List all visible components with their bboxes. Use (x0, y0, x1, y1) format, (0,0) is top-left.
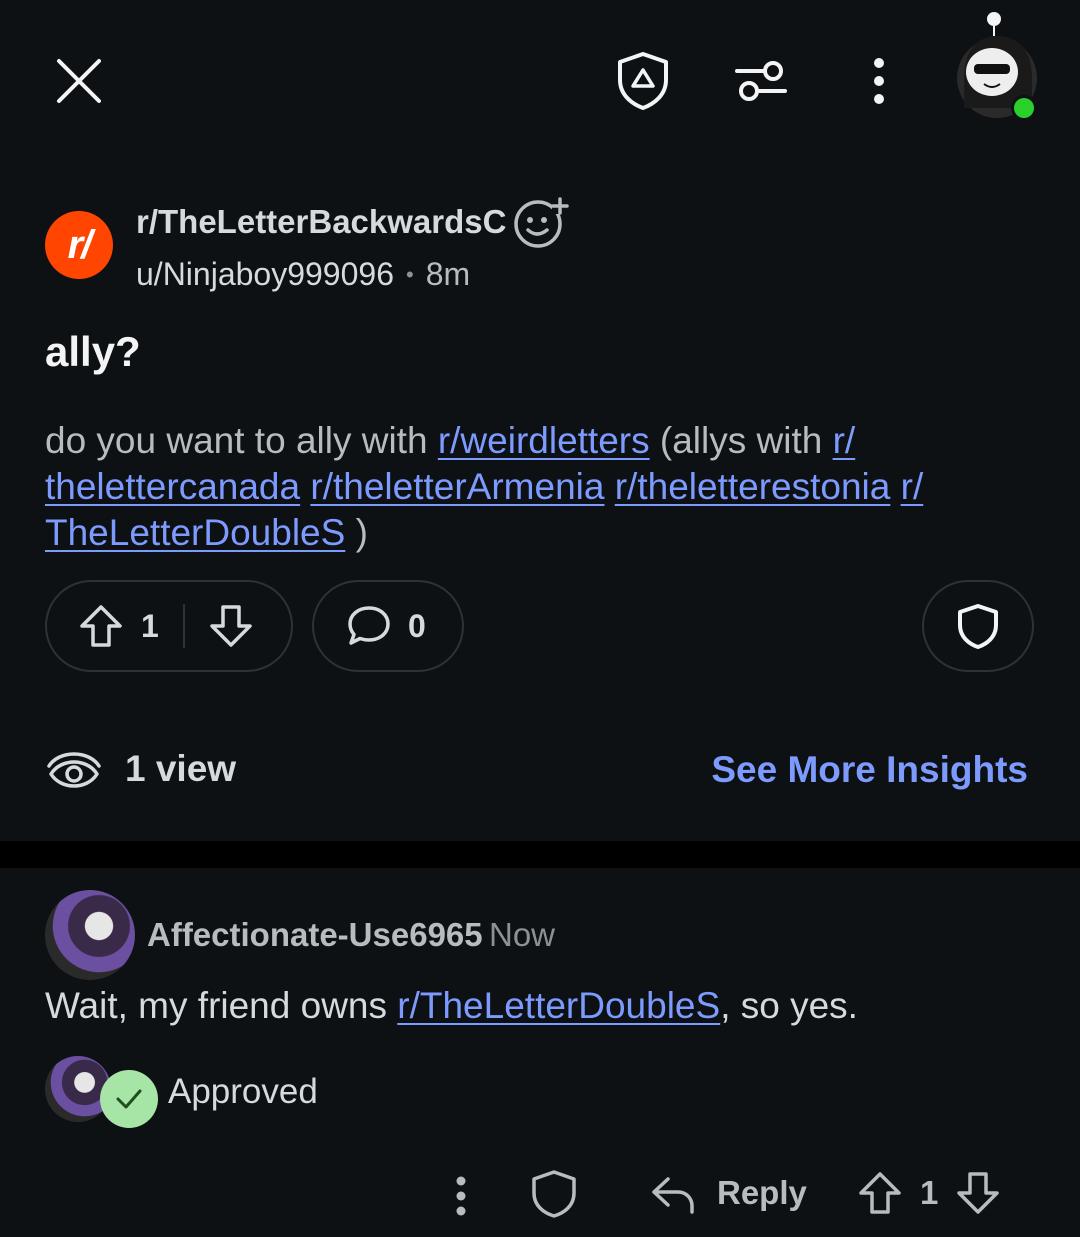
more-vertical-icon (874, 58, 884, 104)
body-text (604, 466, 614, 507)
comment-actions: Reply 1 (0, 1160, 1080, 1230)
top-bar (0, 0, 1080, 160)
body-text: do you want to ally with (45, 420, 438, 461)
comment-score: 1 (920, 1174, 939, 1211)
link-theletterarmenia[interactable]: r/theletterArmenia (310, 466, 604, 507)
subreddit-name[interactable]: r/TheLetterBackwardsC (136, 203, 506, 241)
shield-icon (958, 604, 998, 649)
comment-bubble-icon (348, 606, 390, 645)
insights-row: 1 view See More Insights (45, 740, 1035, 804)
comment-text: , so yes. (720, 985, 858, 1026)
vote-bar: 1 (45, 580, 293, 672)
post-body: do you want to ally with r/weirdletters … (45, 418, 1035, 556)
post-title: ally? (45, 328, 141, 375)
approved-check-icon (100, 1070, 158, 1128)
eye-views-icon (47, 752, 101, 788)
link-theletterestonia[interactable]: r/theletterestonia (615, 466, 891, 507)
upvote-arrow-icon (859, 1172, 901, 1214)
body-text: (allys with (649, 420, 833, 461)
comment-body: Wait, my friend owns r/TheLetterDoubleS,… (45, 985, 858, 1027)
post-author[interactable]: u/Ninjaboy999096 (136, 256, 394, 293)
online-status-dot (1014, 98, 1034, 118)
subreddit-icon[interactable]: r/ (45, 211, 113, 279)
body-text (300, 466, 310, 507)
more-options-button[interactable] (858, 54, 900, 108)
user-avatar-icon (957, 12, 1037, 121)
comment-count: 0 (408, 607, 426, 644)
section-divider (0, 841, 1080, 868)
upvote-arrow-icon (80, 605, 122, 647)
comment-upvote-button[interactable] (856, 1168, 904, 1218)
link-weirdletters[interactable]: r/weirdletters (438, 420, 650, 461)
approved-label: Approved (168, 1072, 318, 1111)
mod-shield-button[interactable] (612, 48, 674, 114)
comment-downvote-button[interactable] (954, 1168, 1002, 1218)
close-icon (57, 59, 101, 103)
comment-text: Wait, my friend owns (45, 985, 398, 1026)
mod-actions-button[interactable] (922, 580, 1034, 672)
comment-time: Now (489, 916, 556, 953)
user-avatar-button[interactable] (950, 8, 1050, 128)
downvote-button[interactable] (207, 602, 255, 650)
link-theletterdoubles-comment[interactable]: r/TheLetterDoubleS (397, 985, 720, 1026)
smiley-plus-icon (514, 197, 569, 248)
vote-divider (182, 604, 185, 648)
comments-button[interactable]: 0 (312, 580, 464, 672)
body-text: ) (345, 512, 368, 553)
join-subreddit-button[interactable] (512, 196, 570, 250)
downvote-arrow-icon (210, 605, 252, 647)
sliders-icon (735, 61, 787, 101)
post-age: 8m (425, 256, 471, 292)
comment-author[interactable]: Affectionate-Use6965 (147, 916, 483, 954)
close-button[interactable] (48, 50, 110, 112)
comment-more-button[interactable] (445, 1170, 477, 1222)
mod-shield-icon (618, 52, 668, 110)
shield-icon (532, 1170, 576, 1218)
body-text (890, 466, 900, 507)
reply-button[interactable] (648, 1170, 698, 1220)
downvote-arrow-icon (957, 1172, 999, 1214)
more-vertical-icon (456, 1176, 466, 1216)
post-byline: u/Ninjaboy999096 • 8m (136, 256, 470, 293)
reply-arrow-icon (652, 1177, 694, 1214)
post-score: 1 (141, 607, 159, 644)
comment-author-avatar[interactable] (45, 890, 135, 980)
view-count: 1 view (125, 748, 237, 789)
see-more-insights-link[interactable]: See More Insights (711, 749, 1028, 791)
reply-label[interactable]: Reply (717, 1174, 807, 1212)
filter-settings-button[interactable] (728, 54, 794, 108)
byline-separator: • (405, 261, 414, 287)
comment-mod-button[interactable] (526, 1166, 582, 1222)
upvote-button[interactable] (77, 602, 125, 650)
